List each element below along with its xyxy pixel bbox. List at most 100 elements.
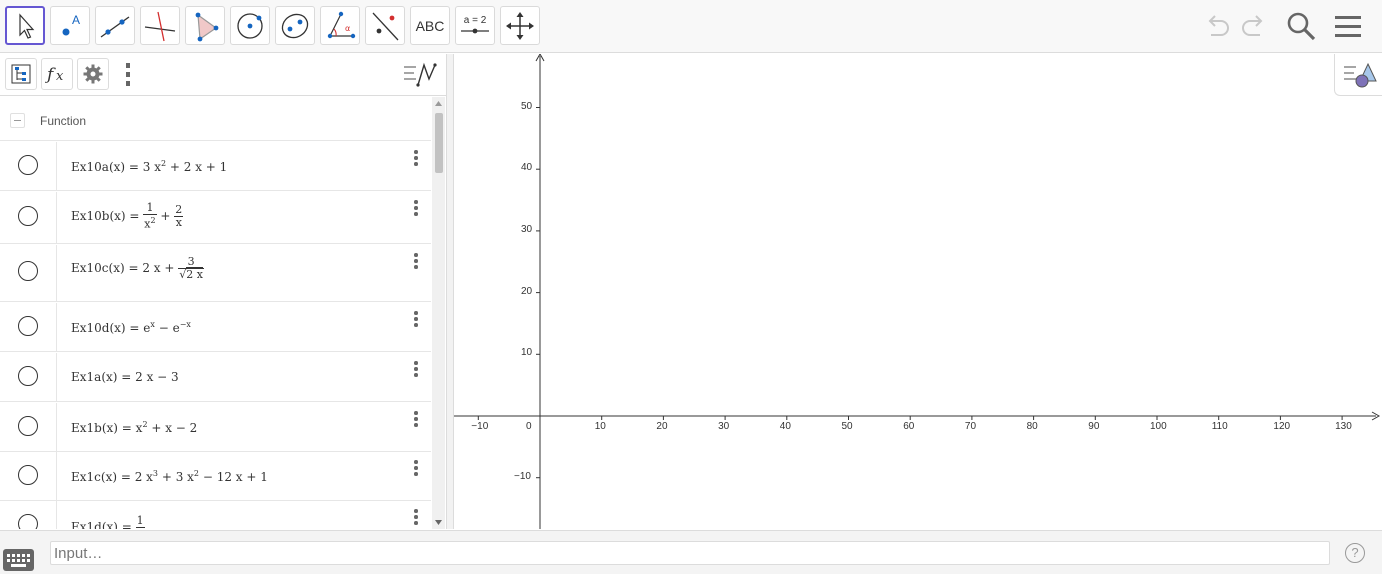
undo-icon xyxy=(1208,15,1229,36)
algebra-item-ex1d[interactable]: Ex1d(x) = 1 xyxy=(0,501,431,529)
item-more-button[interactable] xyxy=(411,150,421,170)
gear-icon xyxy=(83,64,103,84)
line-icon xyxy=(100,15,130,38)
main-menu-button[interactable] xyxy=(1330,8,1366,44)
item-more-button[interactable] xyxy=(411,200,421,220)
panel-divider[interactable] xyxy=(446,54,454,529)
x-tick-label: 30 xyxy=(718,421,730,432)
visibility-toggle[interactable] xyxy=(18,465,38,485)
toggle-style-bar-button[interactable] xyxy=(402,61,438,89)
slider-icon xyxy=(461,28,489,34)
algebra-item-ex1b[interactable]: Ex1b(x) = x2 + x − 2 xyxy=(0,403,431,452)
x-tick-label: 120 xyxy=(1273,421,1291,432)
coordinate-axes xyxy=(454,54,1381,529)
keyboard-button[interactable] xyxy=(3,549,34,571)
y-tick-label: 30 xyxy=(521,223,533,235)
item-more-button[interactable] xyxy=(411,460,421,480)
item-more-button[interactable] xyxy=(411,411,421,431)
ellipse-icon xyxy=(281,13,309,38)
svg-text:α: α xyxy=(345,24,350,33)
formula-ex10c: Ex10c(x) = 2 x + 3 √2 x xyxy=(71,255,204,281)
algebra-more-button[interactable] xyxy=(122,60,134,90)
algebra-item-ex10a[interactable]: Ex10a(x) = 3 x2 + 2 x + 1 xyxy=(0,142,431,191)
visibility-toggle[interactable] xyxy=(18,514,38,529)
circle-tool-button[interactable] xyxy=(230,6,270,45)
input-help-button[interactable]: ? xyxy=(1345,543,1365,563)
search-button[interactable] xyxy=(1283,8,1319,44)
text-tool-button[interactable]: ABC xyxy=(410,6,450,45)
formula-ex10b: Ex10b(x) = 1 x2 + 2x xyxy=(71,201,184,231)
algebra-item-ex10d[interactable]: Ex10d(x) = ex − e−x xyxy=(0,303,431,352)
polygon-tool-button[interactable] xyxy=(185,6,225,45)
auxiliary-objects-button[interactable]: ƒ x xyxy=(41,58,73,90)
item-more-button[interactable] xyxy=(411,253,421,273)
reflect-icon xyxy=(372,12,399,40)
algebra-item-ex10b[interactable]: Ex10b(x) = 1 x2 + 2x xyxy=(0,192,431,244)
move-graphics-tool-button[interactable] xyxy=(500,6,540,45)
x-tick-label: 10 xyxy=(594,421,606,432)
y-tick-label: 10 xyxy=(521,347,533,359)
algebra-item-ex10c[interactable]: Ex10c(x) = 2 x + 3 √2 x xyxy=(0,245,431,302)
visibility-toggle[interactable] xyxy=(18,416,38,436)
visibility-toggle[interactable] xyxy=(18,261,38,281)
function-group-header[interactable]: Function xyxy=(0,97,431,141)
y-tick-label: 50 xyxy=(521,100,533,112)
toolbar: A α ABC a = 2 xyxy=(0,0,1382,53)
visibility-toggle[interactable] xyxy=(18,206,38,226)
x-tick-label: −10 xyxy=(471,421,489,432)
graphics-style-bar-button[interactable] xyxy=(1334,54,1382,96)
function-name: Ex10b(x) xyxy=(71,208,126,223)
circle-icon xyxy=(237,12,263,39)
function-name: Ex1d(x) xyxy=(71,520,118,529)
keyboard-icon xyxy=(7,554,30,567)
x-tick-label: 70 xyxy=(964,421,977,432)
x-tick-label: 40 xyxy=(779,421,791,432)
point-tool-label: A xyxy=(72,13,80,27)
scroll-down-icon[interactable] xyxy=(432,517,445,527)
angle-tool-button[interactable]: α xyxy=(320,6,360,45)
redo-icon xyxy=(1242,15,1263,36)
visibility-toggle[interactable] xyxy=(18,316,38,336)
move-tool-button[interactable] xyxy=(5,6,45,45)
graphics-style-bar-icon xyxy=(1344,62,1377,88)
reflect-tool-button[interactable] xyxy=(365,6,405,45)
x-tick-label: 50 xyxy=(841,421,853,432)
cursor-arrow-icon xyxy=(19,12,35,39)
x-tick-label: 20 xyxy=(656,421,668,432)
visibility-toggle[interactable] xyxy=(18,155,38,175)
slider-tool-button[interactable]: a = 2 xyxy=(455,6,495,45)
algebra-scrollbar[interactable] xyxy=(432,97,445,529)
input-field[interactable] xyxy=(50,541,1330,565)
algebra-settings-button[interactable] xyxy=(77,58,109,90)
formula-ex1d: Ex1d(x) = 1 xyxy=(71,515,145,529)
formula-ex1a: Ex1a(x) = 2 x − 3 xyxy=(71,370,179,384)
point-tool-button[interactable]: A xyxy=(50,6,90,45)
scroll-thumb[interactable] xyxy=(435,113,443,173)
hamburger-menu-icon xyxy=(1335,16,1361,37)
collapse-toggle-icon[interactable] xyxy=(10,113,25,128)
item-more-button[interactable] xyxy=(411,361,421,381)
undo-button[interactable] xyxy=(1199,8,1235,44)
formula-ex10a: Ex10a(x) = 3 x2 + 2 x + 1 xyxy=(71,159,228,174)
formula-ex1b: Ex1b(x) = x2 + x − 2 xyxy=(71,420,198,435)
formula-ex10d: Ex10d(x) = ex − e−x xyxy=(71,320,191,335)
item-more-button[interactable] xyxy=(411,509,421,529)
graphics-view[interactable]: −10 0 10 20 30 40 50 60 70 80 90 100 110 120 130 50 40 30… xyxy=(454,54,1382,529)
function-name: Ex10c(x) xyxy=(71,261,125,275)
perpendicular-line-icon xyxy=(144,11,176,41)
y-tick-label: 40 xyxy=(521,162,533,174)
scroll-up-icon[interactable] xyxy=(432,99,445,109)
visibility-toggle[interactable] xyxy=(18,366,38,386)
ellipse-tool-button[interactable] xyxy=(275,6,315,45)
algebra-item-ex1c[interactable]: Ex1c(x) = 2 x3 + 3 x2 − 12 x + 1 xyxy=(0,452,431,501)
line-tool-button[interactable] xyxy=(95,6,135,45)
redo-button[interactable] xyxy=(1236,8,1272,44)
sort-tree-button[interactable] xyxy=(5,58,37,90)
function-name: Ex10d(x) xyxy=(71,321,126,335)
y-tick-label: −10 xyxy=(514,470,531,482)
group-label: Function xyxy=(40,114,87,128)
item-more-button[interactable] xyxy=(411,311,421,331)
svg-text:ƒ: ƒ xyxy=(45,65,56,85)
algebra-item-ex1a[interactable]: Ex1a(x) = 2 x − 3 xyxy=(0,353,431,402)
perpendicular-tool-button[interactable] xyxy=(140,6,180,45)
